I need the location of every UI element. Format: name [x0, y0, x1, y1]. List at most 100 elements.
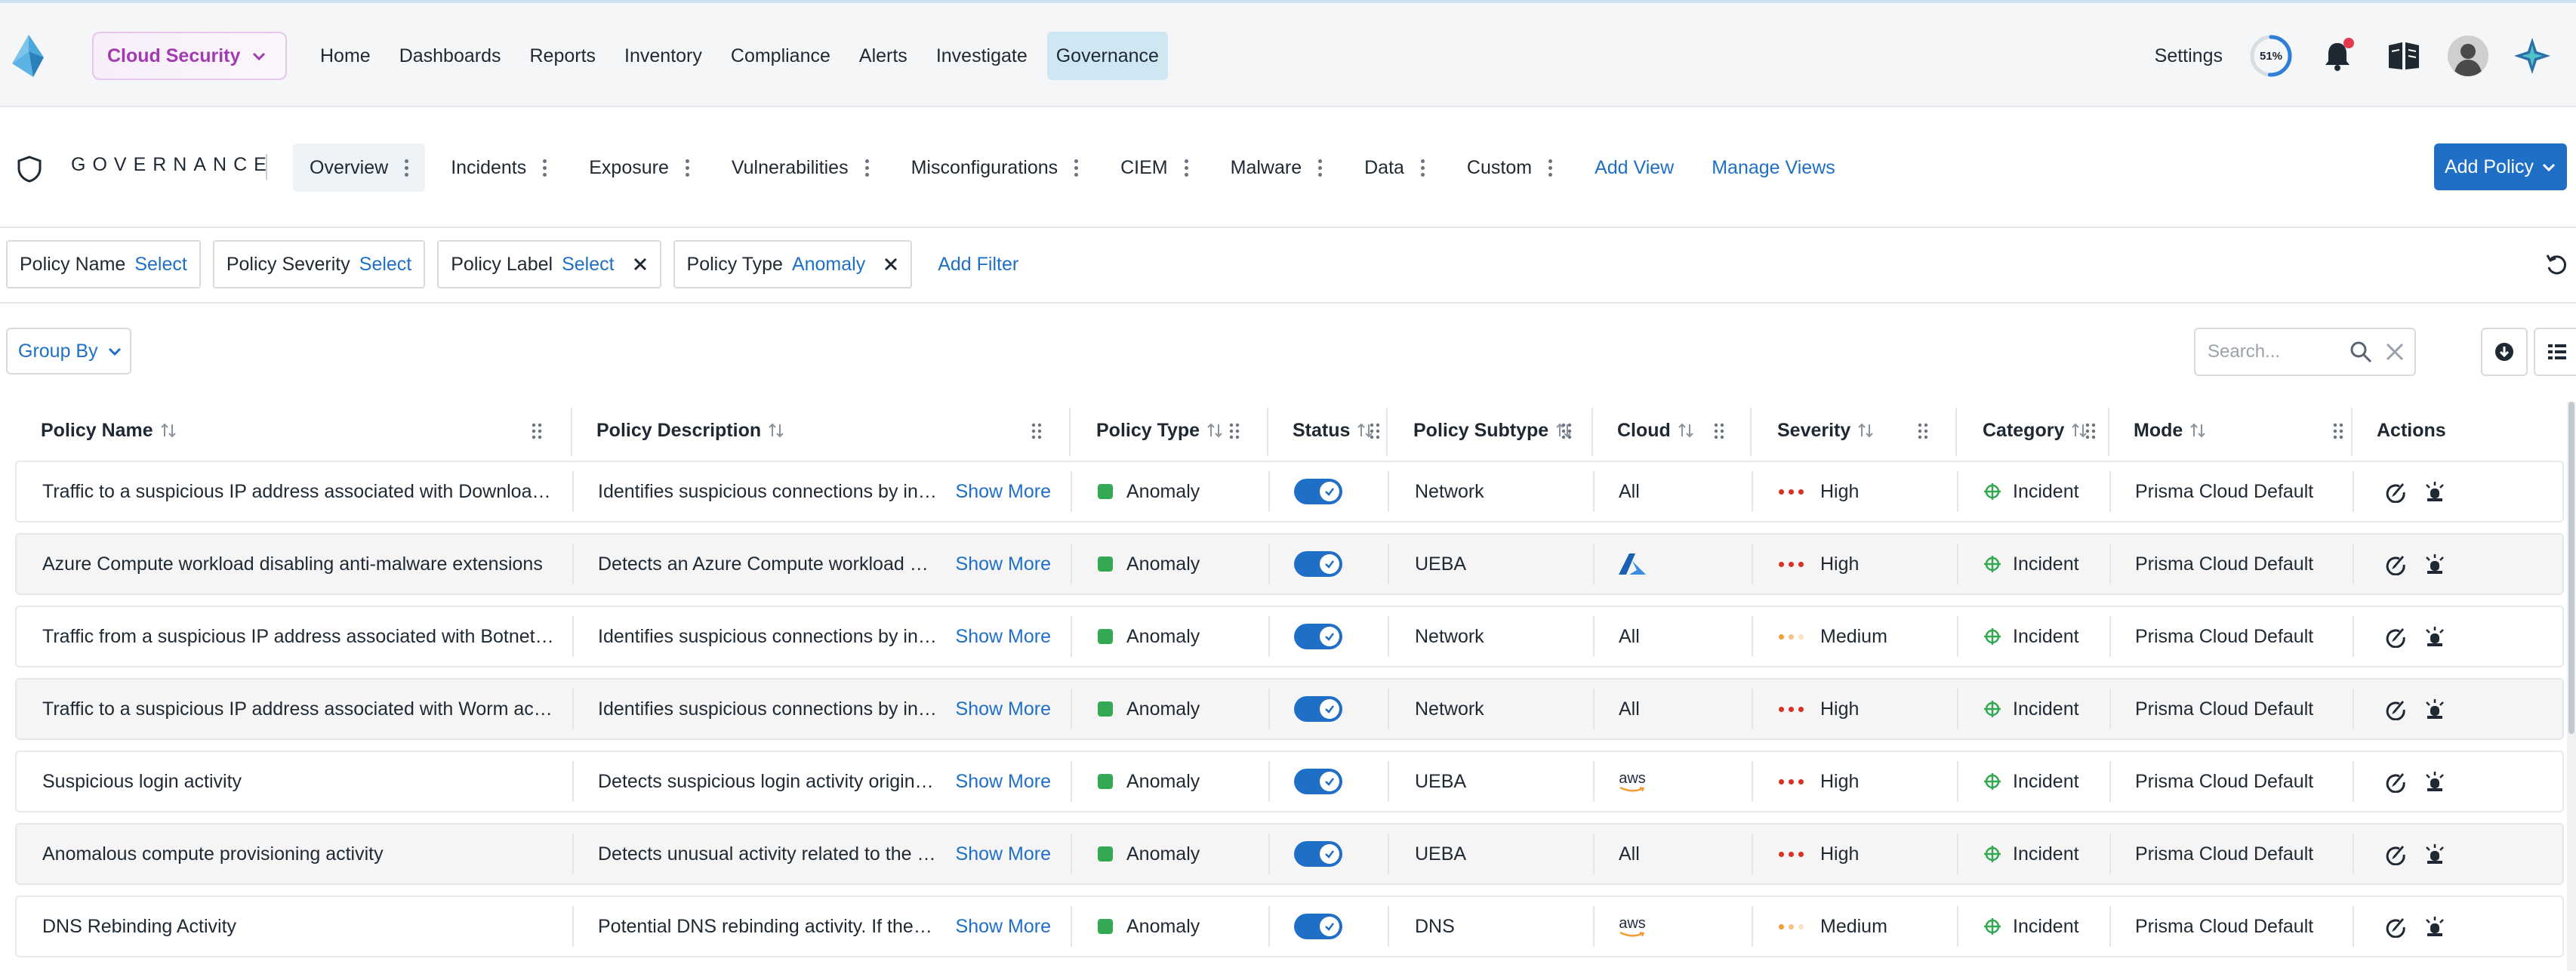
- alert-rule-icon[interactable]: [2423, 553, 2446, 575]
- tab-misconfigurations[interactable]: Misconfigurations: [895, 143, 1095, 192]
- prisma-logo-icon[interactable]: [11, 35, 47, 77]
- column-header-mode[interactable]: Mode: [2134, 402, 2207, 459]
- notifications-button[interactable]: [2315, 33, 2360, 79]
- sort-icon[interactable]: [767, 421, 785, 439]
- edit-icon[interactable]: [2384, 843, 2407, 865]
- tab-exposure[interactable]: Exposure: [572, 143, 706, 192]
- scrollbar-thumb[interactable]: [2568, 402, 2574, 734]
- tab-menu-icon[interactable]: [1184, 159, 1188, 177]
- nav-link-investigate[interactable]: Investigate: [927, 32, 1037, 80]
- status-toggle[interactable]: [1294, 841, 1342, 867]
- column-header-cloud[interactable]: Cloud: [1617, 402, 1695, 459]
- drag-handle-icon[interactable]: [532, 423, 542, 439]
- policy-name[interactable]: Anomalous compute provisioning activity: [42, 843, 384, 865]
- tab-malware[interactable]: Malware: [1214, 143, 1339, 192]
- clear-search-icon[interactable]: [2384, 341, 2405, 362]
- sort-icon[interactable]: [1677, 421, 1695, 439]
- show-more-link[interactable]: Show More: [956, 553, 1051, 575]
- settings-link[interactable]: Settings: [2155, 45, 2223, 67]
- drag-handle-icon[interactable]: [1031, 423, 1042, 439]
- product-switcher[interactable]: Cloud Security: [92, 32, 287, 80]
- policy-name[interactable]: Traffic from a suspicious IP address ass…: [42, 626, 556, 648]
- tab-menu-icon[interactable]: [1420, 159, 1425, 177]
- column-header-policy-description[interactable]: Policy Description: [596, 402, 785, 459]
- column-header-category[interactable]: Category: [1983, 402, 2088, 459]
- add-policy-button[interactable]: Add Policy: [2434, 143, 2567, 190]
- drag-handle-icon[interactable]: [2085, 423, 2096, 439]
- status-toggle[interactable]: [1294, 769, 1342, 794]
- drag-handle-icon[interactable]: [2333, 423, 2343, 439]
- tab-incidents[interactable]: Incidents: [434, 143, 563, 192]
- tab-custom[interactable]: Custom: [1450, 143, 1569, 192]
- table-row[interactable]: DNS Rebinding Activity Potential DNS rebi…: [15, 895, 2564, 957]
- filter-policy-severity[interactable]: Policy Severity Select: [212, 240, 426, 288]
- alert-rule-icon[interactable]: [2423, 625, 2446, 648]
- table-row[interactable]: Traffic to a suspicious IP address assoc…: [15, 461, 2564, 522]
- show-more-link[interactable]: Show More: [956, 843, 1051, 865]
- sort-icon[interactable]: [1857, 421, 1875, 439]
- nav-link-inventory[interactable]: Inventory: [615, 32, 711, 80]
- nav-link-governance[interactable]: Governance: [1046, 32, 1168, 80]
- status-toggle[interactable]: [1294, 479, 1342, 504]
- sort-icon[interactable]: [2189, 421, 2207, 439]
- edit-icon[interactable]: [2384, 915, 2407, 938]
- nav-link-dashboards[interactable]: Dashboards: [390, 32, 510, 80]
- status-toggle[interactable]: [1294, 914, 1342, 939]
- tab-menu-icon[interactable]: [1548, 159, 1553, 177]
- tab-overview[interactable]: Overview: [293, 143, 426, 192]
- sort-icon[interactable]: [159, 421, 177, 439]
- alert-rule-icon[interactable]: [2423, 480, 2446, 503]
- alert-rule-icon[interactable]: [2423, 843, 2446, 865]
- show-more-link[interactable]: Show More: [956, 916, 1051, 938]
- filter-policy-label[interactable]: Policy Label Select: [437, 240, 661, 288]
- tab-ciem[interactable]: CIEM: [1104, 143, 1205, 192]
- column-header-actions[interactable]: Actions: [2377, 402, 2446, 459]
- policy-name[interactable]: DNS Rebinding Activity: [42, 916, 236, 938]
- nav-link-alerts[interactable]: Alerts: [850, 32, 917, 80]
- drag-handle-icon[interactable]: [1561, 423, 1572, 439]
- show-more-link[interactable]: Show More: [956, 771, 1051, 793]
- column-header-policy-type[interactable]: Policy Type: [1096, 402, 1224, 459]
- policy-name[interactable]: Traffic to a suspicious IP address assoc…: [42, 698, 556, 720]
- column-header-policy-name[interactable]: Policy Name: [41, 402, 177, 459]
- filter-value[interactable]: Anomaly: [792, 254, 865, 276]
- search-icon[interactable]: [2350, 341, 2372, 363]
- drag-handle-icon[interactable]: [1370, 423, 1380, 439]
- filter-value[interactable]: Select: [562, 254, 614, 276]
- filter-value[interactable]: Select: [134, 254, 186, 276]
- show-more-link[interactable]: Show More: [956, 698, 1051, 720]
- edit-icon[interactable]: [2384, 553, 2407, 575]
- onboarding-progress[interactable]: 51%: [2248, 33, 2294, 79]
- nav-link-compliance[interactable]: Compliance: [722, 32, 840, 80]
- table-scrollbar[interactable]: [2567, 402, 2576, 971]
- tab-menu-icon[interactable]: [543, 159, 547, 177]
- tab-menu-icon[interactable]: [1318, 159, 1323, 177]
- add-filter-link[interactable]: Add Filter: [938, 254, 1018, 276]
- reset-filters-icon[interactable]: [2544, 252, 2568, 276]
- user-avatar[interactable]: [2448, 35, 2488, 76]
- status-toggle[interactable]: [1294, 551, 1342, 577]
- download-button[interactable]: [2481, 328, 2528, 376]
- tab-menu-icon[interactable]: [685, 159, 689, 177]
- tab-data[interactable]: Data: [1348, 143, 1441, 192]
- table-row[interactable]: Azure Compute workload disabling anti-ma…: [15, 533, 2564, 595]
- alert-rule-icon[interactable]: [2423, 770, 2446, 793]
- manage-views-link[interactable]: Manage Views: [1712, 157, 1835, 179]
- policy-name[interactable]: Azure Compute workload disabling anti-ma…: [42, 553, 543, 575]
- tab-menu-icon[interactable]: [1074, 159, 1079, 177]
- column-header-policy-subtype[interactable]: Policy Subtype: [1413, 402, 1573, 459]
- tab-menu-icon[interactable]: [864, 159, 869, 177]
- nav-link-reports[interactable]: Reports: [521, 32, 605, 80]
- assistant-button[interactable]: [2510, 33, 2555, 79]
- drag-handle-icon[interactable]: [1918, 423, 1928, 439]
- policy-name[interactable]: Traffic to a suspicious IP address assoc…: [42, 481, 556, 503]
- edit-icon[interactable]: [2384, 770, 2407, 793]
- close-icon[interactable]: [633, 257, 648, 272]
- column-header-severity[interactable]: Severity: [1777, 402, 1875, 459]
- policy-name[interactable]: Suspicious login activity: [42, 771, 242, 793]
- column-settings-button[interactable]: [2534, 328, 2576, 376]
- tab-vulnerabilities[interactable]: Vulnerabilities: [715, 143, 886, 192]
- edit-icon[interactable]: [2384, 625, 2407, 648]
- alert-rule-icon[interactable]: [2423, 915, 2446, 938]
- show-more-link[interactable]: Show More: [956, 481, 1051, 503]
